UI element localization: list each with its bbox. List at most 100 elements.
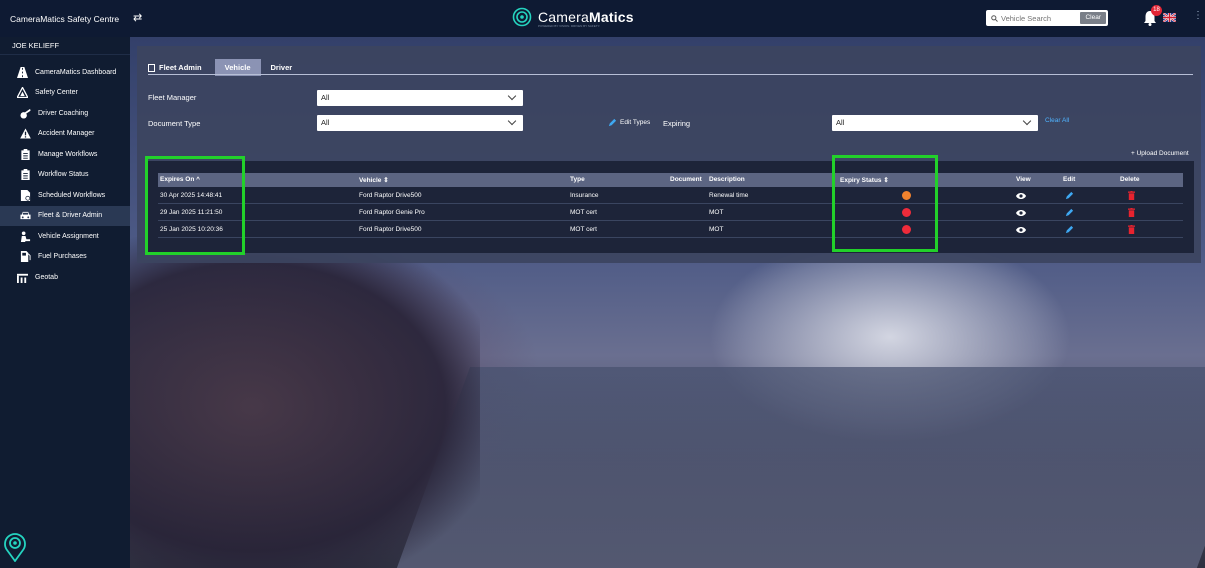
clipboard-icon: [19, 148, 31, 160]
user-name[interactable]: JOE KELIEFF: [0, 37, 130, 55]
trash-icon[interactable]: [1128, 208, 1135, 217]
sidebar-item-fleet-driver-admin[interactable]: Fleet & Driver Admin: [0, 205, 130, 226]
sidebar-item-label: Scheduled Workflows: [38, 191, 106, 199]
eye-icon[interactable]: [1016, 226, 1026, 234]
select-value: All: [321, 118, 330, 127]
column-delete: Delete: [1120, 176, 1140, 183]
notification-badge: 18: [1151, 5, 1162, 16]
sidebar-item-geotab[interactable]: Geotab: [0, 267, 130, 288]
safety-triangle-icon: [16, 87, 28, 99]
kebab-menu-icon[interactable]: ⋮: [1193, 10, 1203, 21]
background-truck: [130, 237, 480, 568]
select-value: All: [321, 93, 330, 102]
fleet-admin-title: Fleet Admin: [148, 63, 202, 72]
sidebar-item-manage-workflows[interactable]: Manage Workflows: [0, 144, 130, 165]
logo-text: CameraMatics: [538, 9, 634, 25]
pencil-icon: [608, 118, 617, 127]
document-icon: [148, 63, 155, 72]
chevron-down-icon: [507, 116, 517, 126]
edit-types-label: Edit Types: [620, 119, 651, 126]
clipboard-list-icon: [19, 169, 31, 181]
trash-icon[interactable]: [1128, 191, 1135, 200]
eye-icon[interactable]: [1016, 209, 1026, 217]
table-row: 29 Jan 2025 11:21:50 Ford Raptor Genie P…: [158, 204, 1183, 221]
swap-arrows-icon[interactable]: ⇄: [133, 12, 145, 24]
column-edit: Edit: [1063, 176, 1076, 183]
column-description: Description: [709, 176, 745, 183]
background-road: [389, 367, 1205, 568]
cell-vehicle: Ford Raptor Genie Pro: [359, 209, 425, 216]
column-vehicle[interactable]: Vehicle ⇕: [359, 176, 389, 184]
upload-document-link[interactable]: + Upload Document: [1131, 150, 1189, 157]
cell-type: Insurance: [570, 192, 599, 199]
user-assign-icon: [19, 230, 31, 242]
trash-icon[interactable]: [1128, 225, 1135, 234]
table-row: 30 Apr 2025 14:48:41 Ford Raptor Drive50…: [158, 187, 1183, 204]
column-view: View: [1016, 176, 1031, 183]
sidebar-item-scheduled-workflows[interactable]: Scheduled Workflows: [0, 185, 130, 206]
cell-vehicle: Ford Raptor Drive500: [359, 226, 422, 233]
column-document: Document: [670, 176, 702, 183]
vehicle-search[interactable]: Clear: [986, 10, 1108, 26]
logo-tagline: POWERED BY VISION. DRIVEN BY SAFETY.: [538, 24, 601, 28]
vehicle-search-input[interactable]: [1001, 13, 1071, 23]
app-title[interactable]: CameraMatics Safety Centre: [0, 14, 120, 24]
highlight-box-expiry-status: [832, 155, 938, 252]
sidebar-item-safety-center[interactable]: Safety Center: [0, 83, 130, 104]
tabs-divider: [148, 74, 1193, 75]
cameramatics-logo-icon: [512, 7, 532, 27]
sidebar-item-driver-coaching[interactable]: Driver Coaching: [0, 103, 130, 124]
cell-description: MOT: [709, 209, 724, 216]
sidebar-item-label: Geotab: [35, 273, 58, 281]
table-row: 25 Jan 2025 10:20:36 Ford Raptor Drive50…: [158, 221, 1183, 238]
edit-types-link[interactable]: Edit Types: [608, 118, 650, 127]
cameramatics-pin-logo-icon: [4, 533, 26, 562]
document-type-label: Document Type: [148, 119, 201, 128]
sidebar-item-vehicle-assignment[interactable]: Vehicle Assignment: [0, 226, 130, 247]
chevron-down-icon: [507, 91, 517, 101]
fleet-admin-panel: Fleet Admin Vehicle Driver Fleet Manager…: [137, 46, 1201, 263]
calendar-doc-icon: [19, 189, 31, 201]
cell-description: MOT: [709, 226, 724, 233]
sidebar-item-label: Safety Center: [35, 89, 78, 97]
fleet-manager-label: Fleet Manager: [148, 93, 197, 102]
select-value: All: [836, 118, 845, 127]
cell-type: MOT cert: [570, 209, 597, 216]
pencil-icon[interactable]: [1065, 225, 1074, 234]
column-type: Type: [570, 176, 585, 183]
highlight-box-expires-on: [145, 156, 245, 255]
sidebar-nav: CameraMatics Dashboard Safety Center Dri…: [0, 62, 130, 288]
sidebar-item-label: Manage Workflows: [38, 150, 98, 158]
pencil-icon[interactable]: [1065, 191, 1074, 200]
cameramatics-logo: CameraMatics POWERED BY VISION. DRIVEN B…: [512, 7, 634, 28]
document-type-select[interactable]: All: [317, 115, 523, 131]
sidebar-item-cameramatics-dashboard[interactable]: CameraMatics Dashboard: [0, 62, 130, 83]
sidebar-item-label: Vehicle Assignment: [38, 232, 99, 240]
expiring-select[interactable]: All: [832, 115, 1038, 131]
search-icon: [991, 14, 998, 22]
sidebar-item-label: CameraMatics Dashboard: [35, 68, 117, 76]
sidebar-item-label: Fuel Purchases: [38, 253, 87, 261]
sidebar: JOE KELIEFF CameraMatics Dashboard Safet…: [0, 37, 130, 568]
search-clear-button[interactable]: Clear: [1080, 12, 1106, 24]
documents-table: Expires On ^ Vehicle ⇕ Type Document Des…: [147, 161, 1194, 253]
eye-icon[interactable]: [1016, 192, 1026, 200]
warning-icon: [19, 128, 31, 140]
sidebar-item-fuel-purchases[interactable]: Fuel Purchases: [0, 247, 130, 268]
cell-description: Renewal time: [709, 192, 749, 199]
fleet-manager-select[interactable]: All: [317, 90, 523, 106]
table-header: Expires On ^ Vehicle ⇕ Type Document Des…: [158, 173, 1183, 187]
clear-all-link[interactable]: Clear All: [1045, 117, 1069, 124]
pencil-icon[interactable]: [1065, 208, 1074, 217]
sidebar-item-accident-manager[interactable]: Accident Manager: [0, 124, 130, 145]
sidebar-item-label: Workflow Status: [38, 171, 89, 179]
sidebar-item-workflow-status[interactable]: Workflow Status: [0, 165, 130, 186]
cell-type: MOT cert: [570, 226, 597, 233]
chevron-down-icon: [1022, 116, 1032, 126]
sidebar-item-label: Fleet & Driver Admin: [38, 212, 103, 220]
cell-vehicle: Ford Raptor Drive500: [359, 192, 422, 199]
uk-flag-icon[interactable]: [1163, 13, 1176, 22]
whistle-icon: [19, 107, 31, 119]
geotab-icon: [16, 271, 28, 283]
fuel-icon: [19, 251, 31, 263]
